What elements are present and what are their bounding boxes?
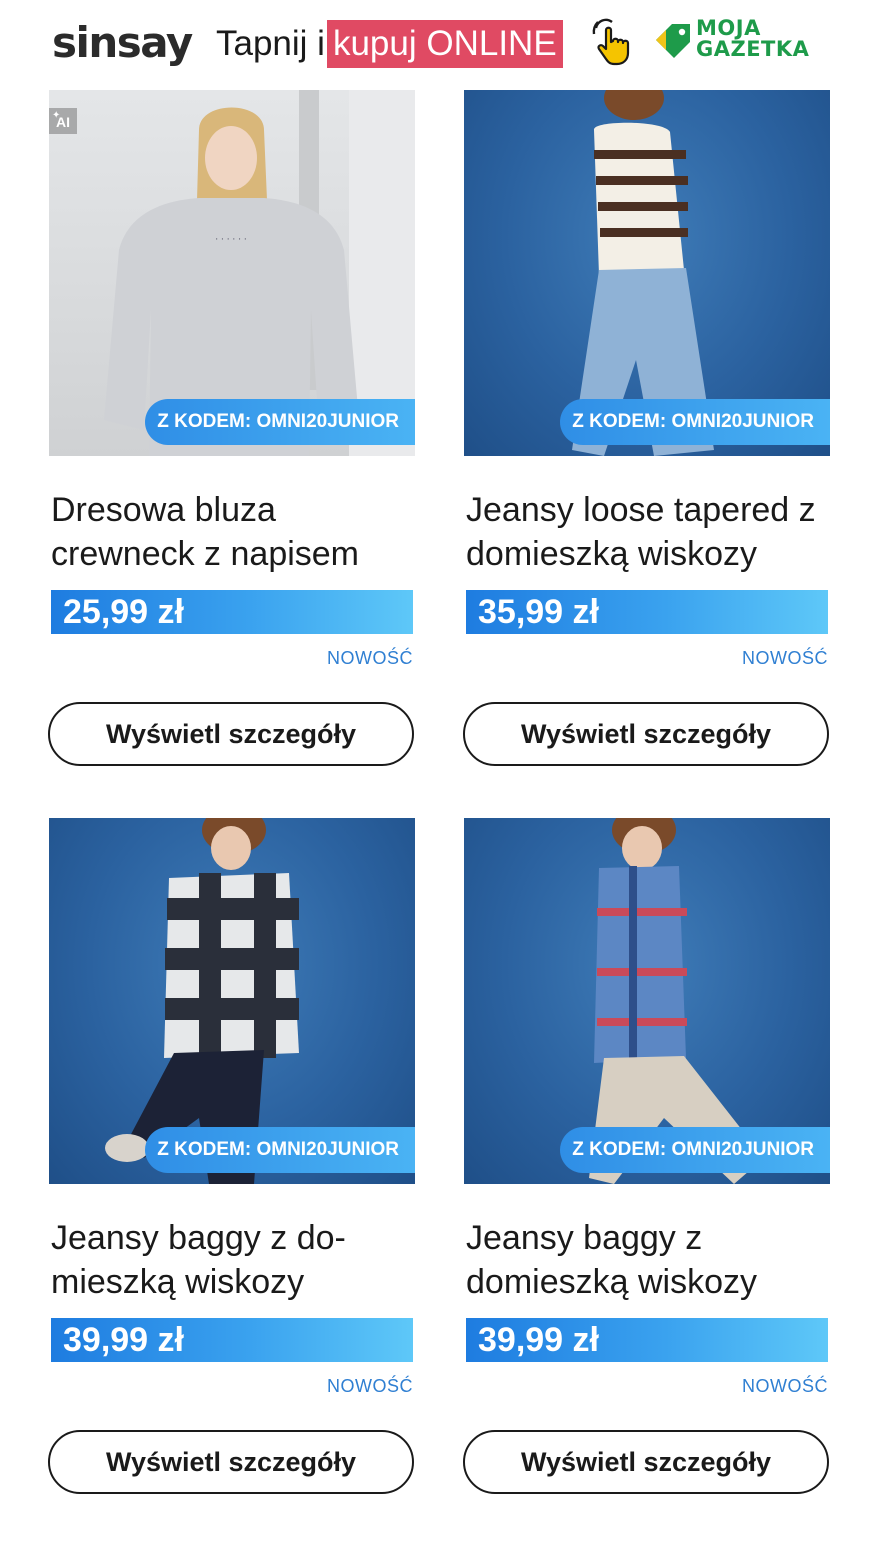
view-details-button[interactable]: Wyświetl szczegóły [463,1430,829,1494]
price-bar: 39,99 zł [51,1318,413,1362]
new-badge: NOWOŚĆ [327,1376,413,1396]
product-photo[interactable]: Z KODEM: OMNI20JUNIOR [49,818,415,1184]
promo-code-pill: Z KODEM: OMNI20JUNIOR [560,399,830,445]
ai-badge: ✦ AI [49,108,77,134]
svg-text:· · · · · ·: · · · · · · [215,235,247,245]
product-title[interactable]: Jeansy loose tapered z domieszką wiskozy [466,488,830,576]
promo-highlight: kupuj ONLINE [326,20,563,68]
new-badge: NOWOŚĆ [742,1376,828,1396]
product-title[interactable]: Dresowa bluza crewneck z napisem [51,488,415,576]
moja-gazetka-logo[interactable]: MOJA GAZETKA [654,18,829,64]
new-badge: NOWOŚĆ [742,648,828,668]
product-photo[interactable]: Z KODEM: OMNI20JUNIOR [464,818,830,1184]
view-details-button[interactable]: Wyświetl szczegóły [48,1430,414,1494]
tag-icon [656,24,690,58]
promo-code-pill: Z KODEM: OMNI20JUNIOR [145,399,415,445]
partner-logo-line1: MOJA [696,16,761,40]
product-title[interactable]: Jeansy baggy z domieszką wiskozy [466,1216,830,1304]
header: sinsay Tapnij i kupuj ONLINE MOJA GAZETK… [0,0,879,90]
promo-banner[interactable]: Tapnij i kupuj ONLINE [216,20,563,68]
sinsay-logo[interactable]: sinsay [52,18,193,68]
product-price: 39,99 zł [63,1321,184,1359]
view-details-button[interactable]: Wyświetl szczegóły [48,702,414,766]
promo-code-pill: Z KODEM: OMNI20JUNIOR [145,1127,415,1173]
hand-pointer-icon [590,18,634,66]
product-price: 25,99 zł [63,593,184,631]
partner-logo-line2: GAZETKA [696,37,810,61]
price-bar: 39,99 zł [466,1318,828,1362]
price-bar: 25,99 zł [51,590,413,634]
product-title[interactable]: Jeansy baggy z do-mieszką wiskozy [51,1216,415,1304]
product-price: 35,99 zł [478,593,599,631]
product-price: 39,99 zł [478,1321,599,1359]
product-photo[interactable]: · · · · · · ✦ AI Z KODEM: OMNI20JUNIOR [49,90,415,456]
promo-prefix: Tapnij i [216,24,325,63]
view-details-button[interactable]: Wyświetl szczegóły [463,702,829,766]
product-photo[interactable]: Z KODEM: OMNI20JUNIOR [464,90,830,456]
price-bar: 35,99 zł [466,590,828,634]
promo-code-pill: Z KODEM: OMNI20JUNIOR [560,1127,830,1173]
new-badge: NOWOŚĆ [327,648,413,668]
